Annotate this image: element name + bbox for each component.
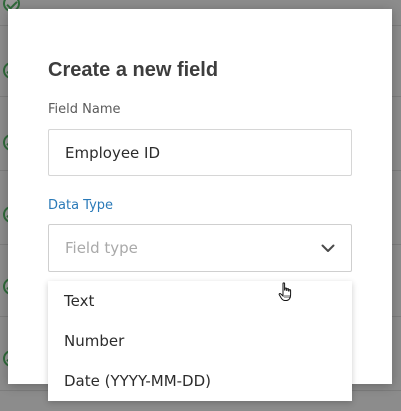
data-type-select[interactable]: Field type [48, 224, 352, 272]
option-number[interactable]: Number [48, 321, 352, 361]
field-name-value: Employee ID [65, 143, 161, 162]
hand-pointer-icon [278, 282, 294, 302]
option-date[interactable]: Date (YYYY-MM-DD) [48, 361, 352, 401]
data-type-dropdown: Text Number Date (YYYY-MM-DD) [48, 281, 352, 401]
chevron-down-icon [321, 243, 335, 253]
field-name-input[interactable]: Employee ID [48, 129, 352, 176]
data-type-placeholder: Field type [65, 239, 138, 257]
modal-title: Create a new field [48, 59, 219, 81]
option-text[interactable]: Text [48, 281, 352, 321]
field-name-label: Field Name [48, 102, 121, 117]
data-type-label: Data Type [48, 198, 114, 213]
